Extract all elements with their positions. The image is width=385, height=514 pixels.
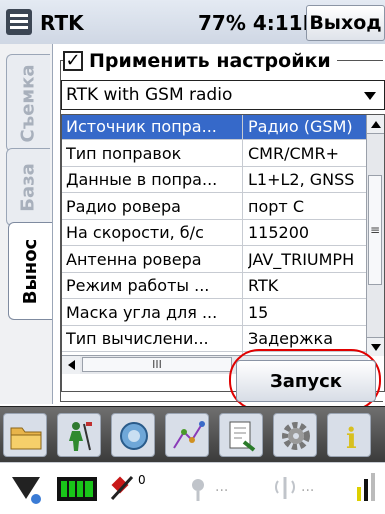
- grid-row-name: Режим работы ...: [66, 276, 210, 295]
- start-menu-icon[interactable]: [6, 9, 32, 35]
- apply-settings-row[interactable]: ✓ Применить настройки: [63, 48, 337, 74]
- grid-row[interactable]: Тип поправок CMR/CMR+: [62, 142, 368, 167]
- battery-icon[interactable]: [56, 471, 100, 505]
- grid-row-name: На скорости, б/с: [66, 223, 204, 242]
- grid-row[interactable]: Режим работы ... RTK: [62, 274, 368, 299]
- satellite-icon[interactable]: [108, 471, 142, 505]
- grid-row-name: Данные в попра...: [66, 170, 218, 189]
- grid-row-value[interactable]: Радио (GSM): [248, 117, 368, 136]
- grid-row[interactable]: Радио ровера порт C: [62, 195, 368, 220]
- grid-row-name: Антенна ровера: [66, 249, 202, 269]
- grid-row[interactable]: Маска угла для ... 15: [62, 301, 368, 326]
- grid-row-name: Тип поправок: [66, 143, 182, 163]
- tab-base-label: База: [18, 162, 40, 212]
- battery-time-status: 77% 4:11P: [198, 11, 318, 35]
- title-bar: RTK 77% 4:11P Выход: [0, 0, 385, 45]
- document-icon[interactable]: [219, 413, 263, 457]
- profile-select-value: RTK with GSM radio: [66, 85, 233, 105]
- survey-person-icon[interactable]: [57, 413, 101, 457]
- grid-row-name: Радио ровера: [66, 196, 181, 216]
- tab-stakeout-label: Вынос: [20, 238, 42, 304]
- globe-icon[interactable]: [111, 413, 155, 457]
- grid-row-value[interactable]: 15: [248, 303, 368, 322]
- grid-row-value[interactable]: порт C: [248, 197, 368, 216]
- grid-row-value[interactable]: L1+L2, GNSS: [248, 170, 368, 189]
- graph-icon[interactable]: [165, 413, 209, 457]
- grid-row-value[interactable]: JAV_TRIUMPH: [248, 250, 368, 269]
- app-title: RTK: [40, 11, 84, 35]
- tab-survey[interactable]: Съемка: [6, 54, 50, 152]
- grid-row-name: Источник попра...: [66, 117, 217, 136]
- grid-row[interactable]: Антенна ровера JAV_TRIUMPH: [62, 248, 368, 273]
- radio-status-text: ...: [215, 479, 229, 495]
- folder-icon[interactable]: [3, 413, 47, 457]
- apply-settings-checkbox[interactable]: ✓: [63, 51, 83, 71]
- satellite-count: 0: [138, 473, 146, 487]
- bars-icon[interactable]: [355, 471, 379, 505]
- scroll-down-button[interactable]: [367, 337, 384, 356]
- horizontal-scroll-thumb[interactable]: III: [82, 357, 232, 372]
- scroll-left-button[interactable]: [62, 356, 80, 374]
- status-bar: 0 ... ...: [0, 462, 385, 514]
- vertical-scroll-thumb[interactable]: ≡: [368, 175, 382, 285]
- grid-row-value[interactable]: RTK: [248, 276, 368, 295]
- grid-row[interactable]: Источник попра... Радио (GSM): [62, 115, 368, 140]
- grid-row[interactable]: На скорости, б/с 115200: [62, 221, 368, 246]
- grid-row-value[interactable]: Задержка: [248, 329, 368, 348]
- grid-row-value[interactable]: CMR/CMR+: [248, 144, 368, 163]
- tab-stakeout[interactable]: Вынос: [8, 222, 52, 320]
- help-icon[interactable]: i: [327, 413, 371, 457]
- chevron-down-icon[interactable]: [364, 92, 376, 100]
- signal-status-text: ...: [301, 479, 315, 495]
- side-tabs: Съемка База Вынос: [0, 44, 53, 404]
- svg-text:i: i: [346, 422, 357, 454]
- start-button[interactable]: Запуск: [236, 360, 376, 402]
- signal-icon[interactable]: [270, 471, 300, 505]
- vertical-scrollbar[interactable]: ≡: [366, 115, 384, 356]
- tab-base[interactable]: База: [6, 148, 50, 226]
- apply-settings-label: Применить настройки: [89, 50, 331, 72]
- scroll-up-button[interactable]: [367, 115, 384, 134]
- grid-row[interactable]: Данные в попра... L1+L2, GNSS: [62, 168, 368, 193]
- grid-row-value[interactable]: 115200: [248, 223, 368, 242]
- column-separator[interactable]: [242, 115, 243, 355]
- antenna-icon[interactable]: [10, 471, 44, 505]
- profile-select[interactable]: RTK with GSM radio: [61, 80, 385, 110]
- bottom-toolbar: i: [0, 406, 385, 463]
- radio-icon[interactable]: [184, 471, 214, 505]
- gear-icon[interactable]: [273, 413, 317, 457]
- grid-row-name: Тип вычислени...: [66, 329, 209, 348]
- tab-survey-label: Съемка: [18, 63, 39, 143]
- exit-button[interactable]: Выход: [306, 5, 385, 41]
- grid-row-name: Маска угла для ...: [66, 302, 218, 322]
